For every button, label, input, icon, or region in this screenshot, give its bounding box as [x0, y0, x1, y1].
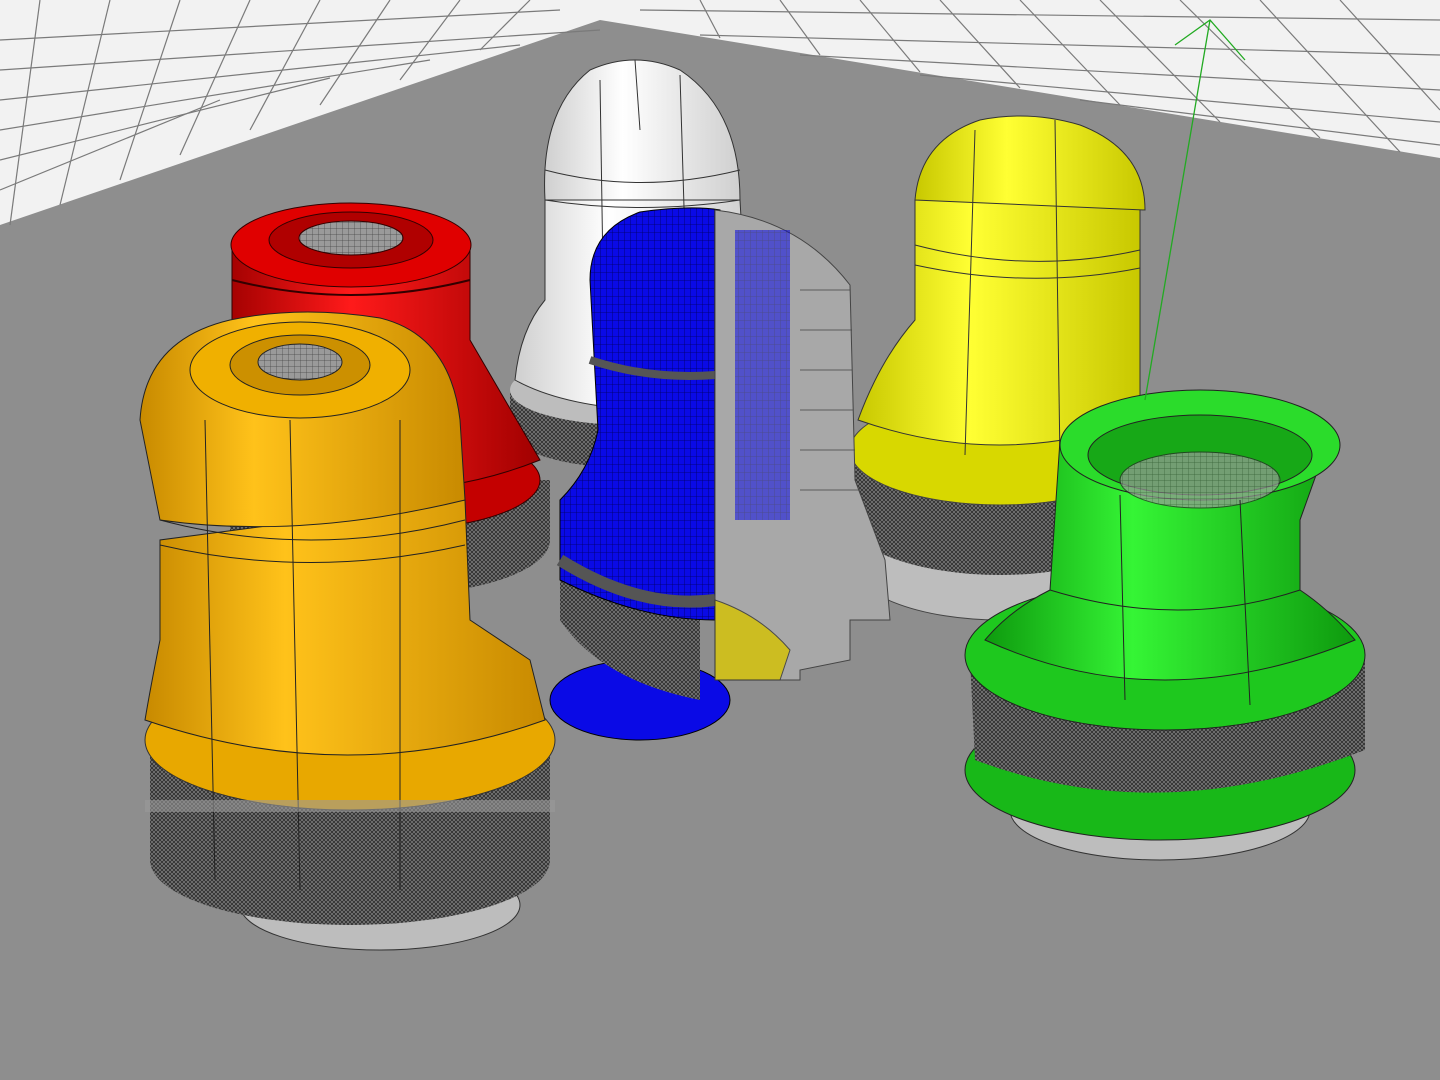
3d-viewport[interactable]	[0, 0, 1440, 1080]
blue-part[interactable]	[549, 207, 891, 741]
